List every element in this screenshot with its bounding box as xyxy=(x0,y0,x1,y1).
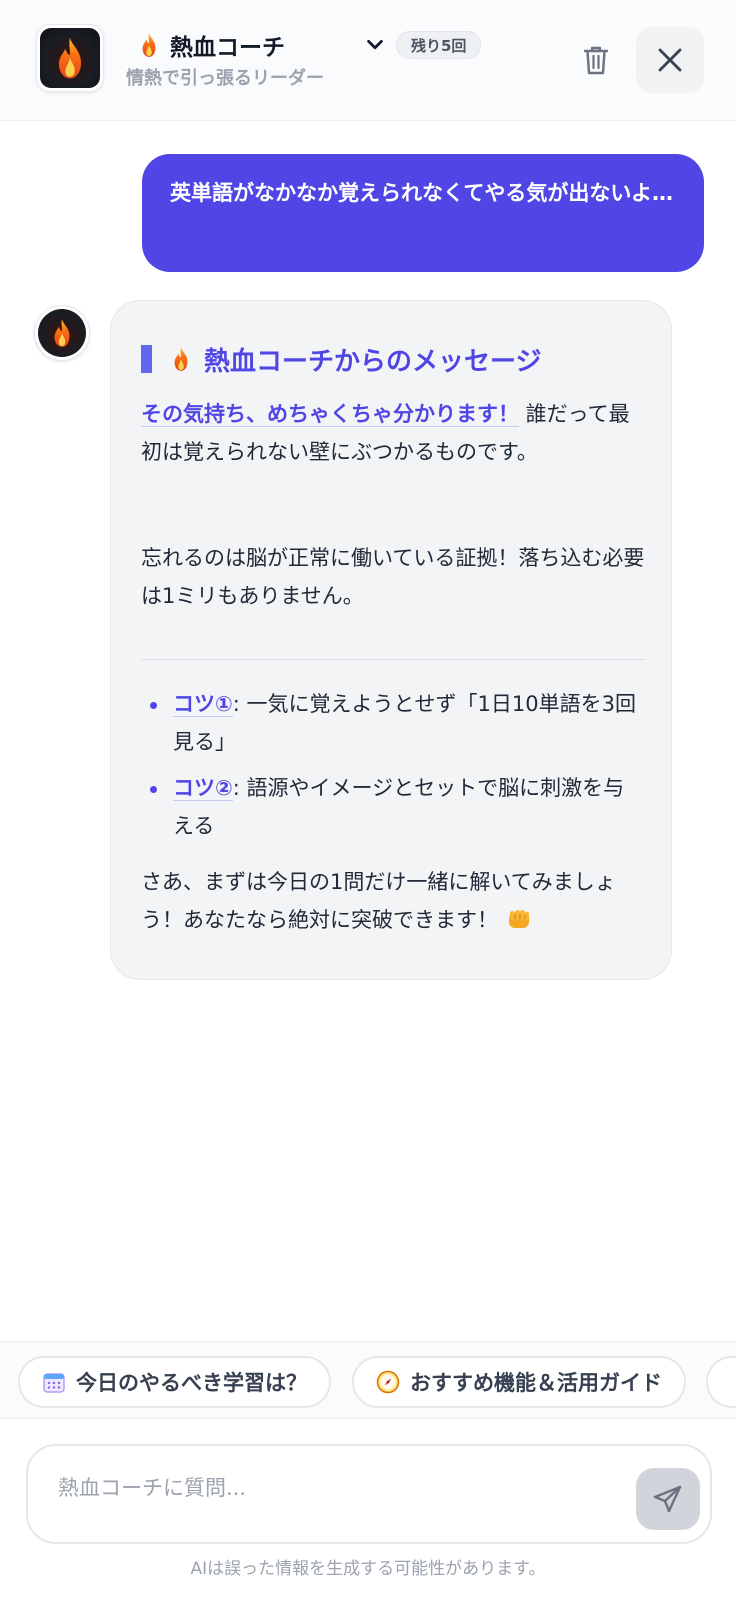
message-paragraph: その気持ち、めちゃくちゃ分かります！ 誰だって最初は覚えられない壁にぶつかるもの… xyxy=(141,395,645,471)
flame-icon xyxy=(138,32,160,58)
tips-list: コツ①: 一気に覚えようとせず「1日10単語を3回見る」 コツ②: 語源やイメー… xyxy=(141,685,645,853)
tip-text: : 一気に覚えようとせず「1日10単語を3回見る」 xyxy=(173,692,636,754)
tip-text: : 語源やイメージとセットで脳に刺激を与える xyxy=(173,776,625,838)
message-paragraph: 忘れるのは脳が正常に働いている証拠！落ち込む必要は1ミリもありません。 xyxy=(141,546,645,608)
bullet-icon xyxy=(150,786,157,793)
suggestion-label: おすすめ機能＆活用ガイド xyxy=(410,1371,662,1395)
send-button[interactable] xyxy=(636,1468,700,1530)
list-item: コツ①: 一気に覚えようとせず「1日10単語を3回見る」 xyxy=(141,685,645,761)
send-icon xyxy=(653,1485,682,1513)
fist-icon xyxy=(508,910,529,928)
user-message-bubble: 英単語がなかなか覚えられなくてやる気が出ないよ… xyxy=(142,154,704,272)
heading-text: 熱血コーチからのメッセージ xyxy=(204,346,542,377)
emphasis-text: その気持ち、めちゃくちゃ分かります！ xyxy=(141,402,519,427)
suggestion-chip-more[interactable] xyxy=(706,1356,736,1408)
trash-icon xyxy=(583,46,609,75)
delete-chat-button[interactable] xyxy=(572,38,620,82)
closing-text: さあ、まずは今日の1問だけ一緒に解いてみましょう！あなたなら絶対に突破できます！ xyxy=(141,870,616,932)
list-item: コツ②: 語源やイメージとセットで脳に刺激を与える xyxy=(141,769,645,845)
bot-avatar xyxy=(34,305,90,361)
chat-input-box xyxy=(26,1444,712,1544)
flame-icon xyxy=(49,318,75,348)
coach-avatar xyxy=(36,24,104,92)
compass-icon xyxy=(376,1370,400,1394)
chevron-down-icon[interactable] xyxy=(364,34,386,56)
coach-selector[interactable]: 熱血コーチ 残り5回 xyxy=(138,28,482,62)
bot-message-bubble: 熱血コーチからのメッセージ その気持ち、めちゃくちゃ分かります！ 誰だって最初は… xyxy=(110,300,672,980)
message-paragraph: さあ、まずは今日の1問だけ一緒に解いてみましょう！あなたなら絶対に突破できます！ xyxy=(141,863,645,939)
tip-key: コツ① xyxy=(173,692,233,717)
close-button[interactable] xyxy=(636,27,704,93)
chat-input[interactable] xyxy=(58,1468,598,1508)
close-icon xyxy=(658,48,682,72)
suggestion-bar: 今日のやるべき学習は？ おすすめ機能＆活用ガイド xyxy=(0,1341,736,1419)
calendar-icon xyxy=(43,1373,65,1393)
tip-key: コツ② xyxy=(173,776,233,801)
heading-accent-bar xyxy=(141,345,152,373)
flame-icon xyxy=(51,36,89,80)
suggestion-chip-today[interactable]: 今日のやるべき学習は？ xyxy=(18,1356,331,1408)
coach-subtitle: 情熱で引っ張るリーダー xyxy=(126,68,324,89)
suggestion-chip-guide[interactable]: おすすめ機能＆活用ガイド xyxy=(352,1356,686,1408)
divider xyxy=(141,659,645,660)
bullet-icon xyxy=(150,702,157,709)
suggestion-label: 今日のやるべき学習は？ xyxy=(76,1371,307,1395)
ai-disclaimer: AIは誤った情報を生成する可能性があります。 xyxy=(190,1559,546,1579)
remaining-count-badge: 残り5回 xyxy=(396,31,482,59)
chat-header: 熱血コーチ 残り5回 情熱で引っ張るリーダー xyxy=(0,0,736,121)
message-heading: 熱血コーチからのメッセージ xyxy=(141,341,541,377)
coach-name: 熱血コーチ xyxy=(170,35,285,61)
flame-icon xyxy=(170,346,192,372)
